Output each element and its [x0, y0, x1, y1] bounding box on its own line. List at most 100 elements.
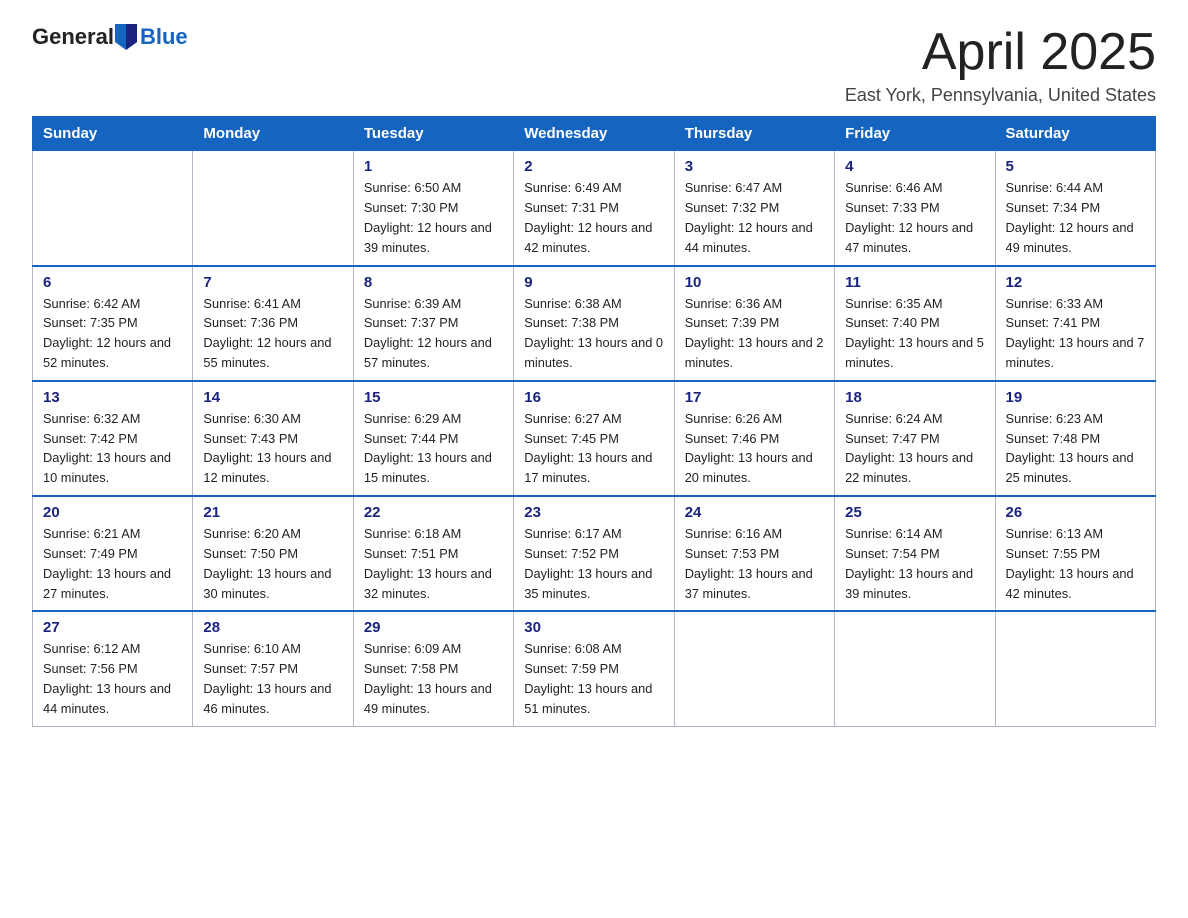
- day-info: Sunrise: 6:09 AM Sunset: 7:58 PM Dayligh…: [364, 639, 503, 718]
- header-friday: Friday: [835, 117, 995, 151]
- day-info: Sunrise: 6:16 AM Sunset: 7:53 PM Dayligh…: [685, 524, 824, 603]
- day-info: Sunrise: 6:44 AM Sunset: 7:34 PM Dayligh…: [1006, 178, 1145, 257]
- calendar-cell: 1Sunrise: 6:50 AM Sunset: 7:30 PM Daylig…: [353, 151, 513, 266]
- calendar-week-1: 1Sunrise: 6:50 AM Sunset: 7:30 PM Daylig…: [33, 151, 1156, 266]
- day-number: 30: [524, 619, 663, 636]
- day-number: 2: [524, 158, 663, 175]
- day-number: 29: [364, 619, 503, 636]
- calendar-table: SundayMondayTuesdayWednesdayThursdayFrid…: [32, 116, 1156, 727]
- calendar-cell: 5 Sunrise: 6:44 AM Sunset: 7:34 PM Daylig…: [995, 151, 1155, 266]
- logo-general-text: General: [32, 24, 114, 50]
- calendar-cell: 19 Sunrise: 6:23 AM Sunset: 7:48 PM Dayli…: [995, 381, 1155, 496]
- day-number: 4: [845, 158, 984, 175]
- day-info: Sunrise: 6:17 AM Sunset: 7:52 PM Dayligh…: [524, 524, 663, 603]
- calendar-cell: 9 Sunrise: 6:38 AM Sunset: 7:38 PM Daylig…: [514, 266, 674, 381]
- day-info: Sunrise: 6:08 AM Sunset: 7:59 PM Dayligh…: [524, 639, 663, 718]
- header-thursday: Thursday: [674, 117, 834, 151]
- day-number: 16: [524, 389, 663, 406]
- day-number: 23: [524, 504, 663, 521]
- month-title: April 2025: [845, 24, 1156, 81]
- calendar-week-4: 20 Sunrise: 6:21 AM Sunset: 7:49 PM Dayli…: [33, 496, 1156, 611]
- day-number: 14: [203, 389, 342, 406]
- day-number: 15: [364, 389, 503, 406]
- header-sunday: Sunday: [33, 117, 193, 151]
- day-info: Sunrise: 6:24 AM Sunset: 7:47 PM Dayligh…: [845, 409, 984, 488]
- day-number: 12: [1006, 274, 1145, 291]
- day-number: 20: [43, 504, 182, 521]
- calendar-cell: [193, 151, 353, 266]
- day-info: Sunrise: 6:35 AM Sunset: 7:40 PM Dayligh…: [845, 294, 984, 373]
- calendar-cell: 6 Sunrise: 6:42 AM Sunset: 7:35 PM Daylig…: [33, 266, 193, 381]
- day-number: 6: [43, 274, 182, 291]
- calendar-cell: 8 Sunrise: 6:39 AM Sunset: 7:37 PM Daylig…: [353, 266, 513, 381]
- calendar-cell: 23 Sunrise: 6:17 AM Sunset: 7:52 PM Dayli…: [514, 496, 674, 611]
- day-number: 13: [43, 389, 182, 406]
- day-info: Sunrise: 6:26 AM Sunset: 7:46 PM Dayligh…: [685, 409, 824, 488]
- calendar-cell: 12 Sunrise: 6:33 AM Sunset: 7:41 PM Dayli…: [995, 266, 1155, 381]
- day-number: 5: [1006, 158, 1145, 175]
- calendar-cell: 28 Sunrise: 6:10 AM Sunset: 7:57 PM Dayli…: [193, 611, 353, 726]
- calendar-cell: 10Sunrise: 6:36 AM Sunset: 7:39 PM Dayli…: [674, 266, 834, 381]
- calendar-cell: 22 Sunrise: 6:18 AM Sunset: 7:51 PM Dayli…: [353, 496, 513, 611]
- day-info: Sunrise: 6:46 AM Sunset: 7:33 PM Dayligh…: [845, 178, 984, 257]
- calendar-cell: 29 Sunrise: 6:09 AM Sunset: 7:58 PM Dayli…: [353, 611, 513, 726]
- day-info: Sunrise: 6:10 AM Sunset: 7:57 PM Dayligh…: [203, 639, 342, 718]
- day-number: 28: [203, 619, 342, 636]
- calendar-week-5: 27Sunrise: 6:12 AM Sunset: 7:56 PM Dayli…: [33, 611, 1156, 726]
- day-info: Sunrise: 6:39 AM Sunset: 7:37 PM Dayligh…: [364, 294, 503, 373]
- calendar-cell: 14 Sunrise: 6:30 AM Sunset: 7:43 PM Dayli…: [193, 381, 353, 496]
- day-info: Sunrise: 6:23 AM Sunset: 7:48 PM Dayligh…: [1006, 409, 1145, 488]
- day-number: 3: [685, 158, 824, 175]
- day-info: Sunrise: 6:12 AM Sunset: 7:56 PM Dayligh…: [43, 639, 182, 718]
- day-info: Sunrise: 6:38 AM Sunset: 7:38 PM Dayligh…: [524, 294, 663, 373]
- calendar-body: 1Sunrise: 6:50 AM Sunset: 7:30 PM Daylig…: [33, 151, 1156, 727]
- day-info: Sunrise: 6:30 AM Sunset: 7:43 PM Dayligh…: [203, 409, 342, 488]
- calendar-header: SundayMondayTuesdayWednesdayThursdayFrid…: [33, 117, 1156, 151]
- day-info: Sunrise: 6:42 AM Sunset: 7:35 PM Dayligh…: [43, 294, 182, 373]
- header-tuesday: Tuesday: [353, 117, 513, 151]
- calendar-cell: 17 Sunrise: 6:26 AM Sunset: 7:46 PM Dayli…: [674, 381, 834, 496]
- header-wednesday: Wednesday: [514, 117, 674, 151]
- day-info: Sunrise: 6:20 AM Sunset: 7:50 PM Dayligh…: [203, 524, 342, 603]
- logo-blue-text: Blue: [140, 24, 188, 50]
- day-number: 8: [364, 274, 503, 291]
- day-number: 9: [524, 274, 663, 291]
- calendar-cell: 25 Sunrise: 6:14 AM Sunset: 7:54 PM Dayli…: [835, 496, 995, 611]
- logo-icon: [115, 24, 137, 50]
- day-info: Sunrise: 6:18 AM Sunset: 7:51 PM Dayligh…: [364, 524, 503, 603]
- calendar-cell: [33, 151, 193, 266]
- day-info: Sunrise: 6:27 AM Sunset: 7:45 PM Dayligh…: [524, 409, 663, 488]
- day-info: Sunrise: 6:21 AM Sunset: 7:49 PM Dayligh…: [43, 524, 182, 603]
- day-info: Sunrise: 6:13 AM Sunset: 7:55 PM Dayligh…: [1006, 524, 1145, 603]
- calendar-cell: 16 Sunrise: 6:27 AM Sunset: 7:45 PM Dayli…: [514, 381, 674, 496]
- calendar-cell: [674, 611, 834, 726]
- calendar-cell: 4 Sunrise: 6:46 AM Sunset: 7:33 PM Daylig…: [835, 151, 995, 266]
- day-info: Sunrise: 6:47 AM Sunset: 7:32 PM Dayligh…: [685, 178, 824, 257]
- day-info: Sunrise: 6:33 AM Sunset: 7:41 PM Dayligh…: [1006, 294, 1145, 373]
- calendar-cell: 24 Sunrise: 6:16 AM Sunset: 7:53 PM Dayli…: [674, 496, 834, 611]
- calendar-cell: 13 Sunrise: 6:32 AM Sunset: 7:42 PM Dayli…: [33, 381, 193, 496]
- day-number: 24: [685, 504, 824, 521]
- header-saturday: Saturday: [995, 117, 1155, 151]
- day-number: 19: [1006, 389, 1145, 406]
- calendar-week-2: 6 Sunrise: 6:42 AM Sunset: 7:35 PM Daylig…: [33, 266, 1156, 381]
- day-number: 7: [203, 274, 342, 291]
- calendar-cell: 11 Sunrise: 6:35 AM Sunset: 7:40 PM Dayli…: [835, 266, 995, 381]
- logo: General Blue: [32, 24, 188, 50]
- day-info: Sunrise: 6:49 AM Sunset: 7:31 PM Dayligh…: [524, 178, 663, 257]
- day-number: 11: [845, 274, 984, 291]
- day-number: 25: [845, 504, 984, 521]
- day-number: 22: [364, 504, 503, 521]
- day-info: Sunrise: 6:36 AM Sunset: 7:39 PM Dayligh…: [685, 294, 824, 373]
- day-info: Sunrise: 6:14 AM Sunset: 7:54 PM Dayligh…: [845, 524, 984, 603]
- calendar-cell: 21Sunrise: 6:20 AM Sunset: 7:50 PM Dayli…: [193, 496, 353, 611]
- day-info: Sunrise: 6:50 AM Sunset: 7:30 PM Dayligh…: [364, 178, 503, 257]
- calendar-cell: 7Sunrise: 6:41 AM Sunset: 7:36 PM Daylig…: [193, 266, 353, 381]
- day-number: 17: [685, 389, 824, 406]
- calendar-cell: 18Sunrise: 6:24 AM Sunset: 7:47 PM Dayli…: [835, 381, 995, 496]
- calendar-cell: 20 Sunrise: 6:21 AM Sunset: 7:49 PM Dayli…: [33, 496, 193, 611]
- day-info: Sunrise: 6:32 AM Sunset: 7:42 PM Dayligh…: [43, 409, 182, 488]
- header-monday: Monday: [193, 117, 353, 151]
- location-title: East York, Pennsylvania, United States: [845, 85, 1156, 106]
- calendar-cell: 15Sunrise: 6:29 AM Sunset: 7:44 PM Dayli…: [353, 381, 513, 496]
